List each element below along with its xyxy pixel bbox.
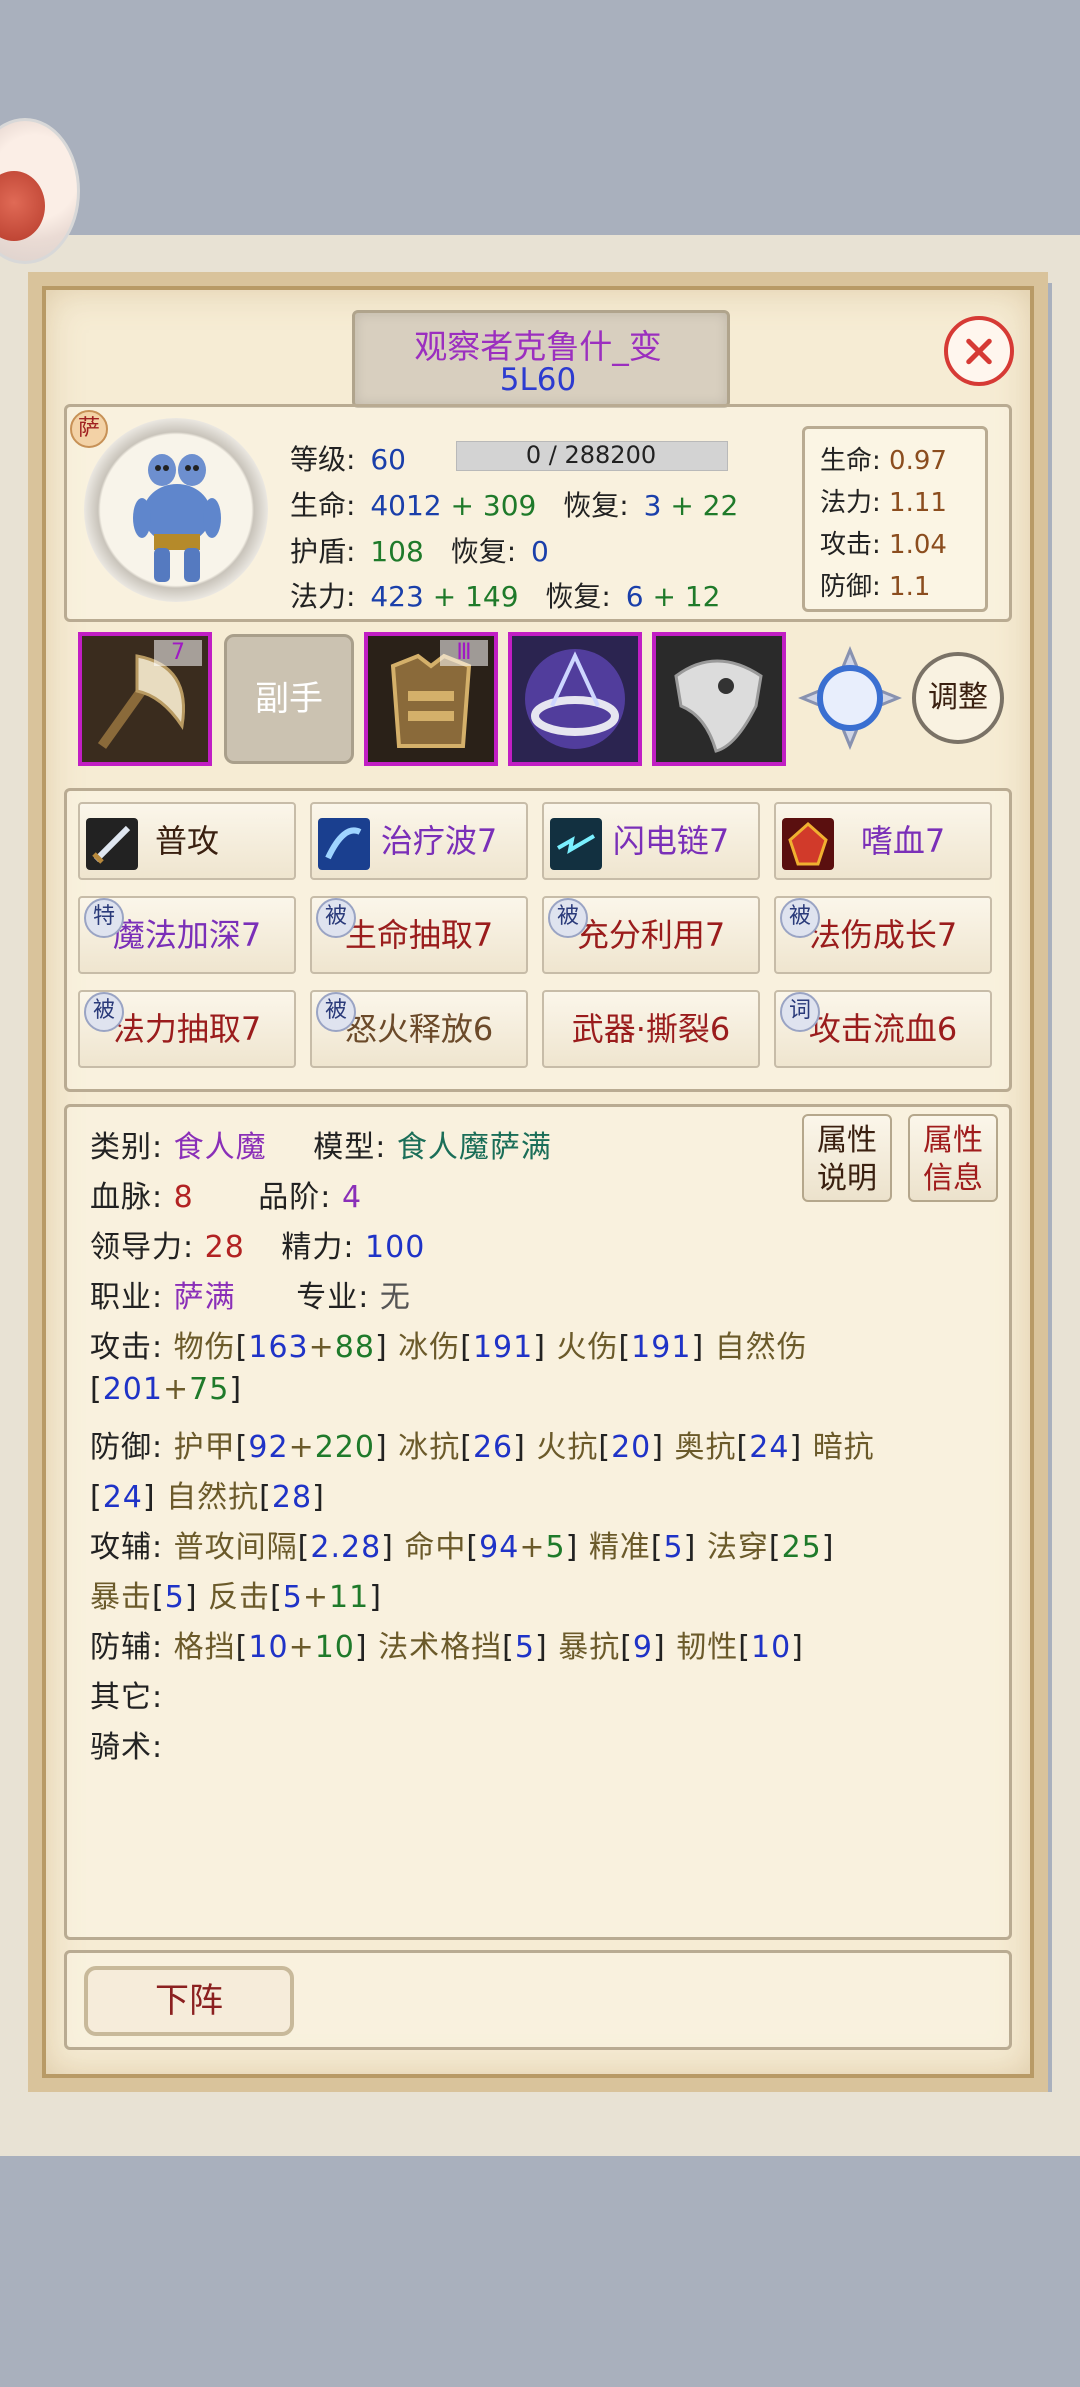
attack-row-cont: [201+75]: [90, 1372, 243, 1407]
bloodline-row: 血脉: 8 品阶: 4: [90, 1180, 363, 1215]
riding-row: 骑术:: [90, 1730, 164, 1765]
growth-mana: 法力: 1.11: [820, 488, 947, 518]
skill-rage-release[interactable]: 被 怒火释放6: [310, 990, 528, 1068]
withdraw-button[interactable]: 下阵: [84, 1966, 294, 2036]
bloodlust-icon: [782, 818, 834, 870]
weapon-enhance-level: 7: [154, 640, 202, 666]
hp-regen-base: 3: [643, 489, 662, 522]
skill-normal-attack[interactable]: 普攻: [78, 802, 296, 880]
leadership-row: 领导力: 28 精力: 100: [90, 1230, 426, 1265]
skill-full-utilize[interactable]: 被 充分利用7: [542, 896, 760, 974]
mana-regen-base: 6: [625, 580, 644, 613]
mana-row: 法力: 423 + 149 恢复: 6 + 12: [290, 575, 721, 615]
growth-hp: 生命: 0.97: [820, 446, 947, 476]
hp-plus: + 309: [450, 489, 537, 522]
skill-type-badge: 词: [780, 992, 820, 1032]
outer-frame-left: [0, 235, 28, 2155]
hp-label: 生命:: [290, 489, 356, 522]
skill-type-badge: 被: [780, 898, 820, 938]
equip-slot-weapon[interactable]: 7: [78, 632, 212, 766]
race-badge: 萨: [70, 410, 108, 448]
growth-attack: 攻击: 1.04: [820, 530, 947, 560]
shield-value: 108: [370, 535, 424, 568]
skill-weapon-tear[interactable]: 武器·撕裂6: [542, 990, 760, 1068]
skill-type-badge: 被: [316, 898, 356, 938]
other-row: 其它:: [90, 1680, 164, 1715]
skill-magic-deepen[interactable]: 特 魔法加深7: [78, 896, 296, 974]
equip-slot-mount[interactable]: [652, 632, 786, 766]
unit-name: 观察者克鲁什_变: [414, 327, 662, 366]
growth-defense: 防御: 1.1: [820, 572, 931, 602]
emblem-slot-icon[interactable]: [798, 646, 902, 750]
hp-regen-label: 恢复:: [563, 489, 629, 522]
mana-base: 423: [370, 580, 424, 613]
mana-regen-plus: + 12: [652, 580, 721, 613]
sword-icon: [86, 818, 138, 870]
mana-label: 法力:: [290, 580, 356, 613]
armor-tier: Ⅲ: [440, 640, 488, 666]
shield-regen-value: 0: [531, 535, 549, 568]
skill-healing-wave[interactable]: 治疗波7: [310, 802, 528, 880]
skill-chain-lightning[interactable]: 闪电链7: [542, 802, 760, 880]
category-row: 类别: 食人魔 模型: 食人魔萨满: [90, 1130, 552, 1165]
hp-row: 生命: 4012 + 309 恢复: 3 + 22: [290, 484, 738, 524]
skill-type-badge: 被: [316, 992, 356, 1032]
shield-label: 护盾:: [290, 535, 356, 568]
skill-mana-drain[interactable]: 被 法力抽取7: [78, 990, 296, 1068]
attack-row: 攻击: 物伤[163+88] 冰伤[191] 火伤[191] 自然伤: [90, 1330, 808, 1365]
equip-slot-ring[interactable]: [508, 632, 642, 766]
outer-frame-right: [1052, 235, 1080, 2155]
mana-regen-label: 恢复:: [545, 580, 611, 613]
shield-row: 护盾: 108 恢复: 0: [290, 530, 549, 570]
offhand-slot-button[interactable]: 副手: [224, 634, 354, 764]
skill-life-drain[interactable]: 被 生命抽取7: [310, 896, 528, 974]
unit-level-tag: 5L60: [499, 362, 577, 398]
exp-text: 0 / 288200: [525, 441, 657, 469]
skill-type-badge: 被: [84, 992, 124, 1032]
healing-wave-icon: [318, 818, 370, 870]
attr-info-button[interactable]: 属性 信息: [908, 1114, 998, 1202]
level-row: 等级: 60: [290, 438, 406, 478]
hp-regen-plus: + 22: [670, 489, 739, 522]
adjust-button[interactable]: 调整: [912, 652, 1004, 744]
ogre-avatar-icon: [133, 454, 221, 582]
skill-attack-bleed[interactable]: 词 攻击流血6: [774, 990, 992, 1068]
outer-frame-bottom: [0, 2092, 1080, 2156]
mana-plus: + 149: [432, 580, 519, 613]
level-label: 等级:: [290, 443, 356, 476]
class-row: 职业: 萨满 专业: 无: [90, 1280, 411, 1315]
attack-aux-row-cont: 暴击[5] 反击[5+11]: [90, 1580, 382, 1615]
hp-base: 4012: [370, 489, 442, 522]
defense-row: 防御: 护甲[92+220] 冰抗[26] 火抗[20] 奥抗[24] 暗抗: [90, 1430, 875, 1465]
shield-regen-label: 恢复:: [450, 535, 517, 568]
skill-bloodlust[interactable]: 嗜血7: [774, 802, 992, 880]
skill-type-badge: 被: [548, 898, 588, 938]
skill-type-badge: 特: [84, 898, 124, 938]
attack-aux-row: 攻辅: 普攻间隔[2.28] 命中[94+5] 精准[5] 法穿[25]: [90, 1530, 835, 1565]
level-value: 60: [370, 443, 406, 476]
defense-aux-row: 防辅: 格挡[10+10] 法术格挡[5] 暴抗[9] 韧性[10]: [90, 1630, 804, 1665]
equip-slot-armor[interactable]: Ⅲ: [364, 632, 498, 766]
skill-spell-growth[interactable]: 被 法伤成长7: [774, 896, 992, 974]
chain-lightning-icon: [550, 818, 602, 870]
ring-icon: [512, 636, 638, 762]
close-button[interactable]: [944, 316, 1014, 386]
attr-desc-button[interactable]: 属性 说明: [802, 1114, 892, 1202]
defense-row-cont: [24] 自然抗[28]: [90, 1480, 325, 1515]
horse-skull-icon: [656, 636, 782, 762]
